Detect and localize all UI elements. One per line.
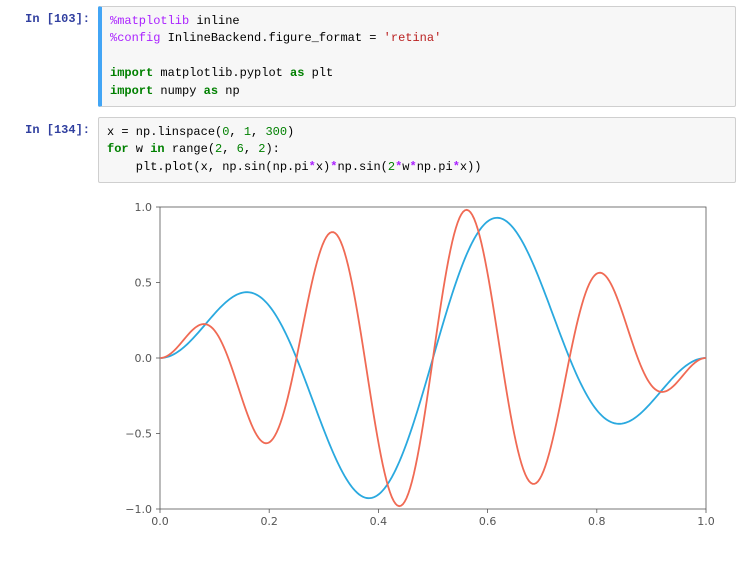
prompt-label: In [ bbox=[25, 12, 54, 26]
x-tick-label: 0.4 bbox=[370, 515, 388, 528]
output-cell: 0.0 0.2 0.4 0.6 0.8 1.0 −1.0 −0.5 0.0 0.5 1.0 bbox=[8, 193, 736, 537]
code-input-area[interactable]: %matplotlib inline %config InlineBackend… bbox=[98, 6, 736, 107]
prompt-close: ]: bbox=[76, 123, 90, 137]
y-tick-label: −0.5 bbox=[125, 428, 152, 441]
input-prompt: In [103]: bbox=[8, 6, 98, 107]
x-tick-label: 0.2 bbox=[260, 515, 278, 528]
prompt-number: 103 bbox=[54, 12, 76, 26]
y-tick-label: 1.0 bbox=[135, 201, 153, 214]
code-editor[interactable]: %matplotlib inline %config InlineBackend… bbox=[110, 13, 727, 100]
output-prompt bbox=[8, 193, 98, 537]
prompt-label: In [ bbox=[25, 123, 54, 137]
prompt-number: 134 bbox=[54, 123, 76, 137]
x-tick-label: 0.0 bbox=[151, 515, 169, 528]
x-tick-label: 0.8 bbox=[588, 515, 606, 528]
code-cell: In [134]: x = np.linspace(0, 1, 300) for… bbox=[8, 117, 736, 183]
x-tick-label: 1.0 bbox=[697, 515, 715, 528]
input-prompt: In [134]: bbox=[8, 117, 98, 183]
y-tick-label: −1.0 bbox=[125, 503, 152, 516]
code-editor[interactable]: x = np.linspace(0, 1, 300) for w in rang… bbox=[107, 124, 727, 176]
matplotlib-chart: 0.0 0.2 0.4 0.6 0.8 1.0 −1.0 −0.5 0.0 0.5 1.0 bbox=[98, 197, 718, 537]
y-tick-label: 0.5 bbox=[135, 277, 153, 290]
series-line bbox=[160, 210, 706, 506]
code-cell: In [103]: %matplotlib inline %config Inl… bbox=[8, 6, 736, 107]
output-area: 0.0 0.2 0.4 0.6 0.8 1.0 −1.0 −0.5 0.0 0.5 1.0 bbox=[98, 193, 736, 537]
prompt-close: ]: bbox=[76, 12, 90, 26]
y-tick-label: 0.0 bbox=[135, 352, 153, 365]
x-tick-label: 0.6 bbox=[479, 515, 497, 528]
code-input-area[interactable]: x = np.linspace(0, 1, 300) for w in rang… bbox=[98, 117, 736, 183]
